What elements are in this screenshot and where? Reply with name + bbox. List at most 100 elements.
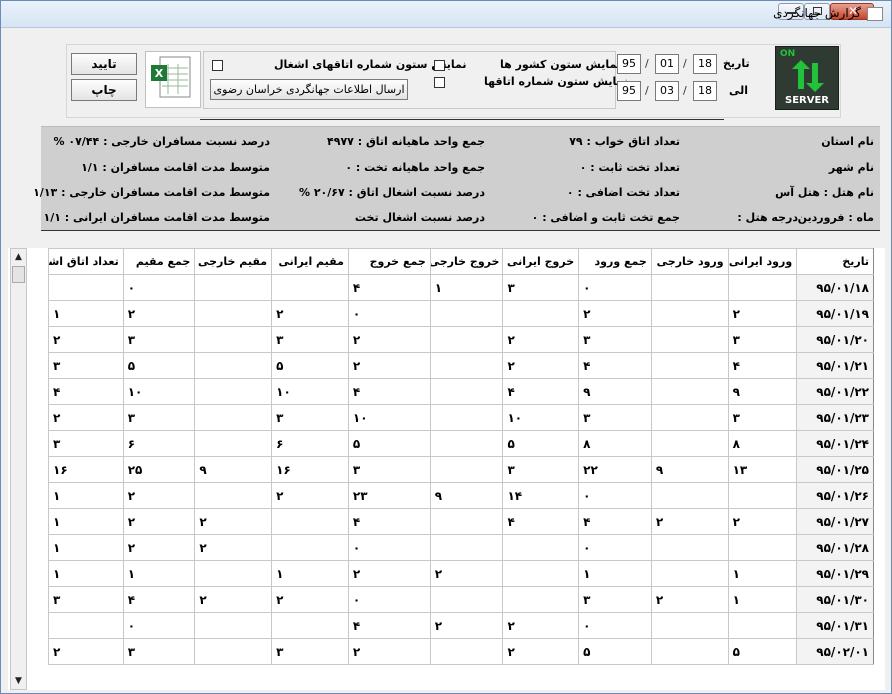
table-cell[interactable]: ۰ — [122, 612, 196, 639]
table-cell[interactable]: ۴ — [347, 274, 431, 301]
table-cell[interactable]: ۲ — [347, 638, 431, 665]
table-cell[interactable] — [650, 326, 729, 353]
to-day-field[interactable]: 18 — [693, 81, 717, 101]
table-cell[interactable]: ۱ — [48, 508, 124, 535]
table-cell[interactable]: ۰ — [578, 534, 652, 561]
table-cell[interactable] — [194, 274, 273, 301]
table-row[interactable]: ۱ ۲ ۲ ۰ ۲ ۲ ۹۵/۰۱/۱۹ — [48, 300, 874, 327]
table-cell[interactable]: ۲ — [429, 612, 504, 639]
table-cell[interactable]: ۸ — [727, 430, 798, 457]
table-cell[interactable] — [650, 404, 729, 431]
table-cell[interactable] — [194, 378, 273, 405]
table-cell[interactable]: ۲ — [429, 560, 504, 587]
table-cell[interactable] — [194, 326, 273, 353]
table-cell[interactable]: ۳ — [48, 586, 124, 613]
table-cell[interactable] — [271, 534, 349, 561]
table-cell[interactable]: ۳ — [727, 326, 798, 353]
column-header[interactable]: مقیم ایرانی — [271, 248, 349, 275]
table-cell[interactable]: ۲ — [347, 560, 431, 587]
column-header[interactable]: جمع مقیم — [122, 248, 196, 275]
table-cell[interactable]: ۴ — [347, 612, 431, 639]
table-cell[interactable]: ۴ — [502, 378, 580, 405]
scroll-down-button[interactable]: ▼ — [11, 673, 26, 689]
table-cell[interactable]: ۲ — [122, 482, 196, 509]
table-cell[interactable] — [194, 638, 273, 665]
table-cell[interactable]: ۴ — [122, 586, 196, 613]
table-cell[interactable]: ۶ — [271, 430, 349, 457]
date-cell[interactable]: ۹۵/۰۱/۲۲ — [796, 378, 874, 405]
table-cell[interactable]: ۴ — [347, 378, 431, 405]
table-cell[interactable] — [429, 430, 504, 457]
table-cell[interactable]: ۹ — [578, 378, 652, 405]
date-cell[interactable]: ۹۵/۰۱/۱۸ — [796, 274, 874, 301]
confirm-button[interactable]: تایید — [71, 53, 137, 75]
table-cell[interactable]: ۲ — [502, 638, 580, 665]
chk-show-rooms[interactable] — [434, 77, 445, 88]
table-cell[interactable]: ۲ — [502, 612, 580, 639]
table-row[interactable]: ۳ ۶ ۶ ۵ ۵ ۸ ۸ ۹۵/۰۱/۲۴ — [48, 430, 874, 457]
from-year-field[interactable]: 95 — [617, 54, 641, 74]
table-cell[interactable]: ۴ — [578, 508, 652, 535]
table-cell[interactable]: ۳ — [578, 586, 652, 613]
table-cell[interactable]: ۳ — [48, 430, 124, 457]
table-cell[interactable]: ۲ — [122, 534, 196, 561]
column-header[interactable]: ورود خارجی — [650, 248, 729, 275]
table-cell[interactable]: ۲ — [271, 586, 349, 613]
table-cell[interactable]: ۲ — [727, 300, 798, 327]
table-cell[interactable] — [429, 638, 504, 665]
table-cell[interactable]: ۳ — [122, 404, 196, 431]
date-cell[interactable]: ۹۵/۰۱/۲۱ — [796, 352, 874, 379]
table-cell[interactable]: ۱ — [48, 300, 124, 327]
table-cell[interactable]: ۱۰ — [271, 378, 349, 405]
table-cell[interactable]: ۲۳ — [347, 482, 431, 509]
table-row[interactable]: ۱۶ ۲۵ ۹ ۱۶ ۳ ۳ ۲۲ ۹ ۱۳ ۹۵/۰۱/۲۵ — [48, 456, 874, 483]
table-cell[interactable] — [429, 508, 504, 535]
table-cell[interactable]: ۳ — [122, 638, 196, 665]
table-cell[interactable]: ۱ — [48, 482, 124, 509]
table-cell[interactable] — [727, 482, 798, 509]
date-cell[interactable]: ۹۵/۰۲/۰۱ — [796, 638, 874, 665]
table-cell[interactable] — [650, 430, 729, 457]
table-cell[interactable]: ۳ — [502, 456, 580, 483]
table-cell[interactable] — [194, 482, 273, 509]
date-cell[interactable]: ۹۵/۰۱/۲۰ — [796, 326, 874, 353]
table-cell[interactable]: ۲ — [48, 638, 124, 665]
table-cell[interactable]: ۵ — [578, 638, 652, 665]
table-row[interactable]: ۱ ۲ ۲ ۲۳ ۹ ۱۴ ۰ ۹۵/۰۱/۲۶ — [48, 482, 874, 509]
table-cell[interactable]: ۱۶ — [48, 456, 124, 483]
vertical-scrollbar[interactable]: ▲ ▼ — [10, 248, 27, 690]
table-cell[interactable] — [727, 612, 798, 639]
table-cell[interactable]: ۰ — [578, 612, 652, 639]
date-cell[interactable]: ۹۵/۰۱/۲۷ — [796, 508, 874, 535]
table-row[interactable]: ۱ ۲ ۲ ۴ ۴ ۴ ۲ ۲ ۹۵/۰۱/۲۷ — [48, 508, 874, 535]
table-cell[interactable]: ۲ — [194, 586, 273, 613]
table-cell[interactable]: ۲ — [578, 300, 652, 327]
table-cell[interactable]: ۳ — [271, 638, 349, 665]
column-header[interactable]: تاریخ — [796, 248, 874, 275]
from-month-field[interactable]: 01 — [655, 54, 679, 74]
table-cell[interactable]: ۱ — [429, 274, 504, 301]
table-cell[interactable]: ۲ — [194, 508, 273, 535]
table-cell[interactable]: ۰ — [347, 300, 431, 327]
table-cell[interactable] — [429, 534, 504, 561]
chk-show-rooms-occ[interactable] — [212, 60, 223, 71]
column-header[interactable]: تعداد اتاق اشغال — [48, 248, 124, 275]
table-cell[interactable]: ۲ — [122, 300, 196, 327]
table-cell[interactable]: ۵ — [271, 352, 349, 379]
table-cell[interactable] — [650, 638, 729, 665]
date-cell[interactable]: ۹۵/۰۱/۱۹ — [796, 300, 874, 327]
server-button[interactable]: ON SERVER — [775, 46, 839, 110]
table-cell[interactable] — [650, 482, 729, 509]
table-cell[interactable]: ۳ — [271, 326, 349, 353]
print-button[interactable]: چاپ — [71, 79, 137, 101]
date-cell[interactable]: ۹۵/۰۱/۲۶ — [796, 482, 874, 509]
table-cell[interactable]: ۱۰ — [347, 404, 431, 431]
table-cell[interactable]: ۲ — [271, 300, 349, 327]
table-cell[interactable]: ۵ — [727, 638, 798, 665]
table-cell[interactable]: ۱۰ — [122, 378, 196, 405]
send-info-button[interactable]: ارسال اطلاعات جهانگردی خراسان رضوی — [210, 79, 408, 100]
table-cell[interactable]: ۳ — [578, 326, 652, 353]
table-cell[interactable]: ۳ — [48, 352, 124, 379]
table-cell[interactable]: ۴ — [727, 352, 798, 379]
column-header[interactable]: ورود ایرانی — [727, 248, 798, 275]
